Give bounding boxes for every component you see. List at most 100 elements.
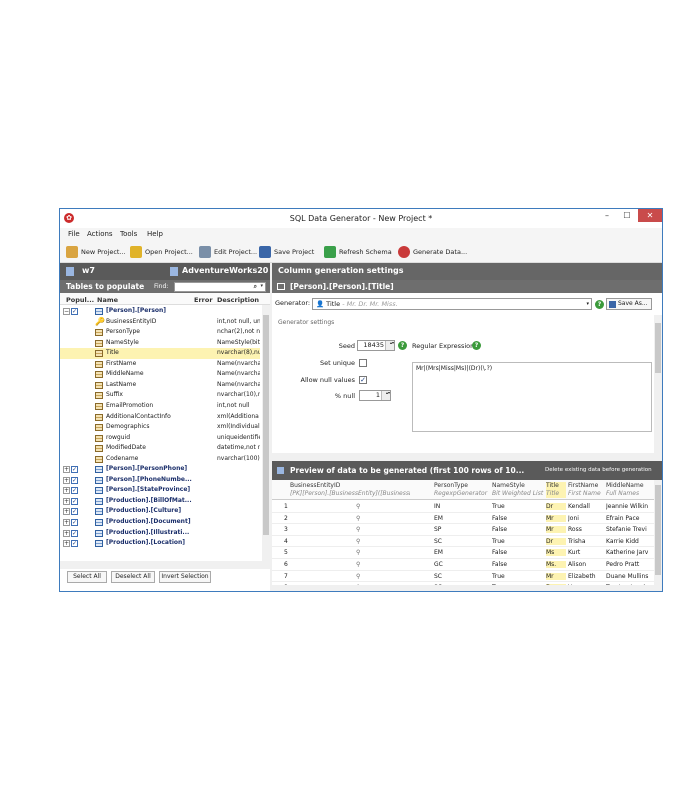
select-all-button[interactable]: Select All	[67, 571, 107, 583]
column-row[interactable]: Demographics xml(Individual	[60, 422, 260, 433]
grid-column-header[interactable]: MiddleName Full Names	[606, 482, 654, 498]
tree-vertical-scrollbar[interactable]	[262, 305, 270, 561]
grid-column-header[interactable]: PersonType RegexpGenerator	[434, 482, 490, 498]
allow-null-checkbox[interactable]: ✓	[359, 376, 367, 384]
grid-column-header[interactable]: Title Title	[546, 482, 566, 498]
find-input[interactable]: ⌕ ▾	[174, 282, 266, 292]
close-button[interactable]: ✕	[638, 209, 662, 222]
grid-column-header[interactable]: FirstName First Name	[568, 482, 604, 498]
expand-toggle[interactable]: −	[63, 308, 70, 315]
expand-toggle[interactable]: +	[63, 540, 70, 548]
grid-column-header[interactable]: NameStyle Bit Weighted List	[492, 482, 544, 498]
column-row[interactable]: AdditionalContactInfo xml(Additiona	[60, 412, 260, 423]
preview-horizontal-scrollbar[interactable]	[272, 585, 662, 591]
generate-data-button[interactable]: Generate Data...	[398, 245, 467, 259]
column-icon	[95, 392, 103, 400]
populate-checkbox[interactable]: ✓	[71, 529, 78, 537]
column-row[interactable]: Codename nvarchar(100),	[60, 454, 260, 465]
column-row[interactable]: LastName Name(nvarcha	[60, 380, 260, 391]
delete-existing-option[interactable]: Delete existing data before generation	[545, 467, 652, 473]
column-row[interactable]: Suffix nvarchar(10),n	[60, 390, 260, 401]
column-row[interactable]: PersonType nchar(2),not nu	[60, 327, 260, 338]
table-row[interactable]: + ✓ [Person].[PersonPhone]	[60, 464, 260, 475]
tree-horizontal-scrollbar[interactable]	[60, 561, 270, 569]
expand-toggle[interactable]: +	[63, 508, 70, 516]
column-description[interactable]: Description	[217, 296, 259, 304]
menu-file[interactable]: File	[68, 230, 80, 238]
expand-toggle[interactable]: +	[63, 476, 70, 484]
expand-toggle[interactable]: +	[63, 529, 70, 537]
column-row[interactable]: EmailPromotion int,not null	[60, 401, 260, 412]
grid-column-header[interactable]: BusinessEntityID [PK][Person].[BusinessEn…	[290, 482, 410, 498]
generator-select[interactable]: 👤 Title - Mr. Dr. Mr. Miss. ▾	[312, 298, 592, 310]
table-row[interactable]: + ✓ [Production].[Culture]	[60, 506, 260, 517]
table-row[interactable]: + ✓ [Person].[PhoneNumbe...	[60, 475, 260, 486]
open-project-button[interactable]: Open Project...	[130, 245, 193, 259]
populate-checkbox[interactable]: ✓	[71, 519, 78, 526]
table-row[interactable]: 1 ⚲ IN True Dr Kendall Jeannie Wilkin	[272, 501, 654, 513]
expand-toggle[interactable]: +	[63, 466, 70, 474]
table-row[interactable]: + ✓ [Production].[BillOfMat...	[60, 496, 260, 507]
populate-checkbox[interactable]: ✓	[71, 308, 78, 315]
refresh-schema-button[interactable]: Refresh Schema	[324, 245, 392, 259]
column-row[interactable]: rowguid uniqueidentifie	[60, 433, 260, 444]
menu-actions[interactable]: Actions	[87, 230, 113, 238]
column-name: FirstName	[106, 359, 137, 367]
table-row[interactable]: + ✓ [Production].[Location]	[60, 538, 260, 549]
table-row[interactable]: 2 ⚲ EM False Mr Joni Efrain Pace	[272, 513, 654, 525]
generator-help-icon[interactable]: ?	[595, 300, 604, 309]
preview-scroll-thumb[interactable]	[655, 485, 661, 575]
populate-checkbox[interactable]: ✓	[71, 487, 78, 495]
table-row[interactable]: 5 ⚲ EM False Ms Kurt Katherine Jarv	[272, 547, 654, 559]
expand-toggle[interactable]: +	[63, 487, 70, 495]
seed-help-icon[interactable]: ?	[398, 341, 407, 350]
key-link-icon: ⚲	[356, 537, 361, 545]
minimize-button[interactable]: –	[598, 209, 616, 222]
column-row[interactable]: MiddleName Name(nvarcha	[60, 369, 260, 380]
populate-checkbox[interactable]: ✓	[71, 508, 78, 516]
deselect-all-button[interactable]: Deselect All	[111, 571, 155, 583]
table-row[interactable]: 7 ⚲ SC True Mr Elizabeth Duane Mullins	[272, 571, 654, 583]
table-row[interactable]: + ✓ [Production].[Document]	[60, 517, 260, 528]
set-unique-checkbox[interactable]	[359, 359, 367, 367]
column-row[interactable]: NameStyle NameStyle(bit	[60, 338, 260, 349]
table-row[interactable]: + ✓ [Production].[Illustrati...	[60, 528, 260, 539]
edit-project-button[interactable]: Edit Project...	[199, 245, 257, 259]
tables-tree: − ✓ [Person].[Person] 🔑 BusinessEntityID int,…	[60, 306, 262, 561]
invert-selection-button[interactable]: Invert Selection	[159, 571, 211, 583]
table-row[interactable]: 4 ⚲ SC True Dr Trisha Karrie Kidd	[272, 536, 654, 548]
column-row[interactable]: Title nvarchar(8),nu	[60, 348, 260, 359]
populate-checkbox[interactable]: ✓	[71, 476, 78, 484]
table-row[interactable]: 6 ⚲ GC False Ms. Alison Pedro Pratt	[272, 559, 654, 571]
regex-input[interactable]: Mr|(Mrs|Miss|Ms)|(Dr)(\.?)	[412, 362, 652, 432]
save-as-button[interactable]: Save As...	[606, 298, 652, 310]
settings-horizontal-scrollbar[interactable]	[272, 453, 654, 461]
tree-scroll-thumb[interactable]	[263, 315, 269, 535]
column-row[interactable]: ModifiedDate datetime,not n	[60, 443, 260, 454]
menu-tools[interactable]: Tools	[120, 230, 137, 238]
expand-toggle[interactable]: +	[63, 519, 70, 526]
expand-toggle[interactable]: +	[63, 497, 70, 505]
column-populate[interactable]: Popul...	[66, 296, 94, 304]
table-row[interactable]: 3 ⚲ SP False Mr Ross Stefanie Trevi	[272, 524, 654, 536]
table-row[interactable]: + ✓ [Person].[StateProvince]	[60, 485, 260, 496]
column-row[interactable]: FirstName Name(nvarcha	[60, 359, 260, 370]
percent-null-input[interactable]: 1	[359, 390, 391, 401]
maximize-button[interactable]: ☐	[618, 209, 636, 222]
menu-help[interactable]: Help	[147, 230, 163, 238]
new-project-button[interactable]: New Project...	[66, 245, 126, 259]
populate-checkbox[interactable]: ✓	[71, 466, 78, 474]
settings-vertical-scrollbar[interactable]	[654, 315, 662, 461]
seed-input[interactable]: 18435	[357, 340, 395, 351]
regex-help-icon[interactable]: ?	[472, 341, 481, 350]
preview-vertical-scrollbar[interactable]	[654, 480, 662, 585]
table-row[interactable]: − ✓ [Person].[Person]	[60, 306, 260, 317]
column-error[interactable]: Error	[194, 296, 213, 304]
populate-checkbox[interactable]: ✓	[71, 540, 78, 548]
settings-scroll-thumb[interactable]	[655, 323, 661, 373]
column-row[interactable]: 🔑 BusinessEntityID int,not null, un	[60, 317, 260, 328]
save-project-button[interactable]: Save Project	[259, 245, 314, 259]
key-link-icon: ⚲	[356, 572, 361, 580]
populate-checkbox[interactable]: ✓	[71, 497, 78, 505]
column-name[interactable]: Name	[97, 296, 118, 304]
